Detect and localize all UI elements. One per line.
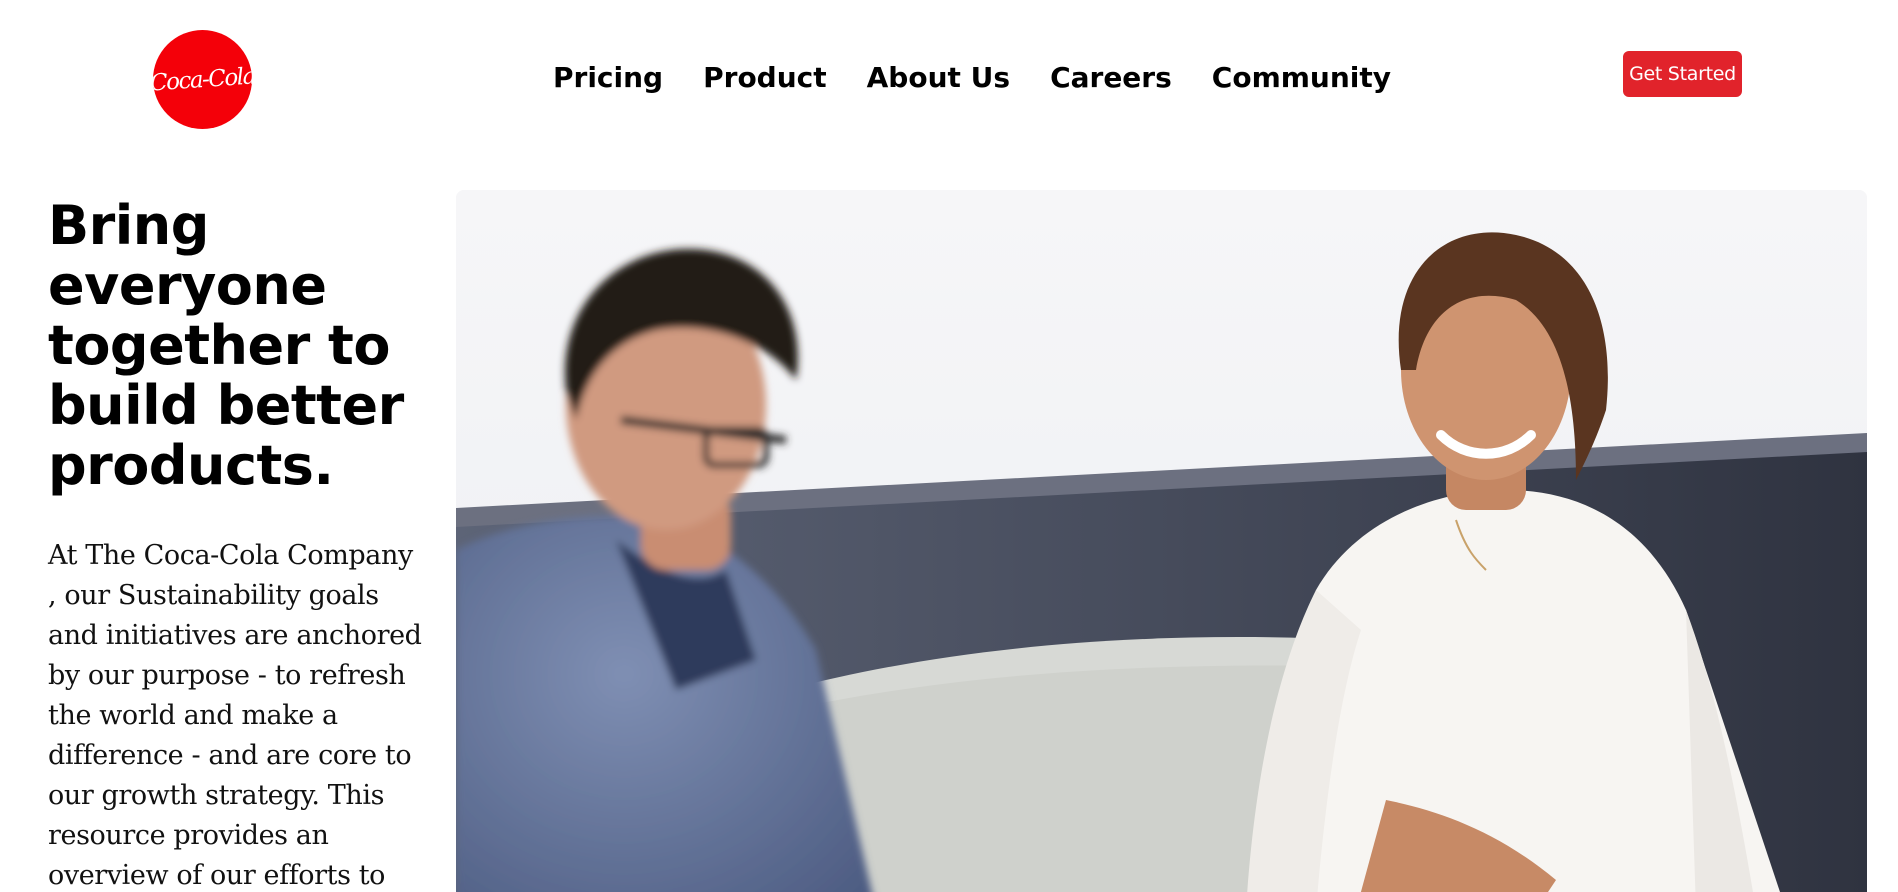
nav-item-pricing[interactable]: Pricing xyxy=(553,60,663,96)
nav-item-product[interactable]: Product xyxy=(703,60,827,96)
logo-wordmark: Coca-Cola xyxy=(153,62,252,97)
hero-title: Bring everyone together to build better … xyxy=(48,194,404,497)
hero-description: At The Coca-Cola Company , our Sustainab… xyxy=(48,540,422,891)
nav-item-about-us[interactable]: About Us xyxy=(867,60,1010,96)
nav-item-community[interactable]: Community xyxy=(1212,60,1391,96)
hero-photo xyxy=(456,190,1867,892)
get-started-button[interactable]: Get Started xyxy=(1623,51,1742,97)
nav-item-careers[interactable]: Careers xyxy=(1050,60,1172,96)
brand-logo[interactable]: Coca-Cola xyxy=(153,30,252,129)
hero-photo-illustration xyxy=(456,190,1867,892)
main-nav: Pricing Product About Us Careers Communi… xyxy=(553,60,1391,96)
